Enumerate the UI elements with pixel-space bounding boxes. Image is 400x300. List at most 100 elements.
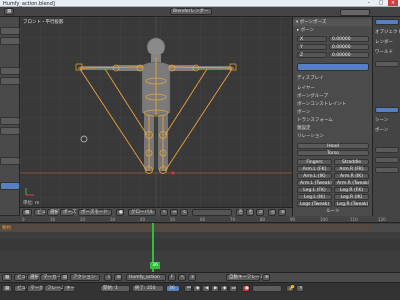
prop-item[interactable]: ボーン (375, 127, 397, 134)
auto-keyframe-select[interactable]: 自動キーフレーム (226, 274, 265, 281)
jump-end-icon[interactable]: ⏭ (229, 285, 237, 292)
pose-menu[interactable]: ポーズ (60, 209, 76, 216)
rig-layer-left[interactable]: Legs (Tweak) (297, 201, 332, 207)
close-icon[interactable]: × (388, 0, 398, 6)
rig-layer-left[interactable]: Arm.L (Tweak) (297, 180, 332, 186)
maximize-icon[interactable]: □ (376, 0, 386, 6)
rig-layer-left[interactable]: Leg.L (FK) (297, 187, 332, 193)
current-frame-badge[interactable]: 36 (150, 262, 160, 269)
pose-paste-flip-icon[interactable]: ⇄ (256, 209, 264, 216)
prop-field-active[interactable] (375, 107, 399, 113)
proportional-edit-icon[interactable]: ◎ (268, 209, 276, 216)
view-menu[interactable]: ビュー (14, 285, 31, 292)
editor-type-icon[interactable]: ▦ (22, 209, 32, 216)
prop-field[interactable] (375, 157, 399, 163)
section-item[interactable]: リレーション (297, 133, 369, 140)
section-item[interactable]: 親設定 (297, 125, 369, 132)
rig-layer-right[interactable]: Arm.R (Tweak) (334, 180, 370, 186)
record-icon[interactable]: ● (242, 285, 250, 292)
layer-buttons[interactable] (192, 209, 232, 216)
tool-button[interactable] (0, 67, 20, 75)
current-frame-field[interactable]: 36 (166, 285, 180, 292)
only-selected-icon[interactable]: ↖ (178, 274, 186, 281)
section-item[interactable]: ボーン (297, 109, 369, 116)
rig-layer-right[interactable]: Leg.R (Tweak) (334, 201, 369, 207)
section-item[interactable]: トランスフォーム (297, 117, 369, 124)
fake-user-icon[interactable]: F (168, 274, 176, 281)
minimize-icon[interactable]: – (364, 0, 374, 6)
insert-key-icon[interactable]: 🔑 (286, 285, 295, 292)
render-engine-select[interactable]: Blenderレンダー (170, 8, 212, 15)
tool-button[interactable] (0, 77, 20, 85)
value-field-y[interactable]: 0.00000 (329, 44, 369, 50)
armature-figure[interactable] (20, 17, 292, 207)
rig-layer-left[interactable]: Arm.L (FK) (297, 166, 332, 172)
marker-menu[interactable]: マーカー (27, 285, 48, 292)
section-item[interactable]: ボーングループ (297, 93, 369, 100)
rig-head-button[interactable]: Head (297, 143, 369, 149)
tool-button-active[interactable] (0, 182, 20, 190)
action-name-field[interactable]: Humfy_action (126, 274, 166, 281)
rig-layer-right[interactable]: Arm.R (FK) (334, 166, 369, 172)
rig-layer-right[interactable]: Straddle (334, 159, 369, 165)
mode-select[interactable]: ポーズモード (78, 209, 112, 216)
pose-copy-icon[interactable]: ⎘ (236, 209, 244, 216)
active-bone-field[interactable] (297, 63, 369, 71)
select-menu[interactable]: 選択 (47, 209, 59, 216)
3d-viewport[interactable]: フロント・平行投影 単位: m (20, 17, 292, 207)
rig-layer-right[interactable]: Arm.R (IK) (334, 173, 369, 179)
rig-layer-left[interactable]: Leg.L (IK) (297, 194, 332, 200)
mode-icon[interactable]: ▤ (60, 274, 68, 281)
push-down-icon[interactable]: ⇩ (104, 274, 112, 281)
rotate-icon[interactable]: ↻ (180, 209, 188, 216)
start-frame-field[interactable]: 開始: 1 (100, 285, 130, 292)
prop-item[interactable]: レンダー (375, 39, 397, 46)
play-reverse-icon[interactable]: ◀ (202, 285, 210, 292)
next-key-icon[interactable]: ◆ (220, 285, 228, 292)
view-menu[interactable]: ビュー (14, 274, 31, 281)
rig-layer-left[interactable]: Fingers (297, 159, 332, 165)
jump-start-icon[interactable]: ⏮ (184, 285, 192, 292)
dope-sheet[interactable]: 要約 (0, 216, 400, 273)
tool-button[interactable] (0, 157, 20, 165)
translate-icon[interactable]: ↔ (170, 209, 178, 216)
end-frame-field[interactable]: 終了: 250 (132, 285, 164, 292)
pose-paste-icon[interactable]: ⎗ (246, 209, 254, 216)
keying-set-field[interactable] (252, 285, 282, 292)
section-item[interactable]: ボーンコンストレイント (297, 101, 369, 108)
filter-icon[interactable]: ⊻ (188, 274, 196, 281)
timeline-ruler[interactable]: 0 10 20 30 40 50 60 70 80 90 100 110 120 (0, 216, 400, 223)
delete-key-icon[interactable]: ✕ (296, 285, 304, 292)
section-item[interactable]: ディスプレイ (297, 75, 369, 82)
stash-icon[interactable]: ⊞ (114, 274, 122, 281)
editor-type-icon[interactable]: ▦ (2, 285, 12, 292)
rig-layer-left[interactable]: Arm.L (IK) (297, 173, 332, 179)
section-item[interactable]: レイヤー (297, 85, 369, 92)
play-icon[interactable]: ▶ (211, 285, 219, 292)
prop-item[interactable]: シーン (375, 117, 397, 124)
prop-item[interactable]: ワールド (375, 49, 397, 56)
manipulator-icon[interactable]: ↖ (160, 209, 168, 216)
value-field-x[interactable]: 0.00000 (329, 36, 369, 42)
select-menu[interactable]: 選択 (27, 274, 39, 281)
prop-field[interactable] (375, 147, 399, 153)
value-field-z[interactable]: 0.00000 (329, 52, 369, 58)
view-menu[interactable]: ビュー (34, 209, 51, 216)
prop-item[interactable]: オブジェクト (375, 29, 400, 36)
prop-field[interactable] (375, 167, 399, 173)
editor-type-icon[interactable]: ▦ (4, 8, 14, 15)
pivot-select[interactable]: グローバル (128, 209, 156, 216)
snap-icon[interactable]: ⊕ (262, 274, 270, 281)
prop-field[interactable] (375, 61, 399, 67)
rig-layer-right[interactable]: Leg.R (FK) (334, 187, 369, 193)
action-mode-select[interactable]: アクション (70, 274, 100, 281)
tool-button[interactable] (0, 27, 20, 35)
context-tab-active[interactable] (375, 19, 399, 25)
rig-layer-right[interactable]: Leg.R (IK) (334, 194, 369, 200)
tool-button[interactable] (0, 127, 20, 135)
shading-icon[interactable]: ● (116, 209, 124, 216)
frame-menu[interactable]: フレーム (44, 285, 65, 292)
marker-menu[interactable]: マーカー (40, 274, 61, 281)
playback-menu[interactable]: キー (63, 285, 75, 292)
rig-torso-button[interactable]: Torso (297, 150, 369, 156)
